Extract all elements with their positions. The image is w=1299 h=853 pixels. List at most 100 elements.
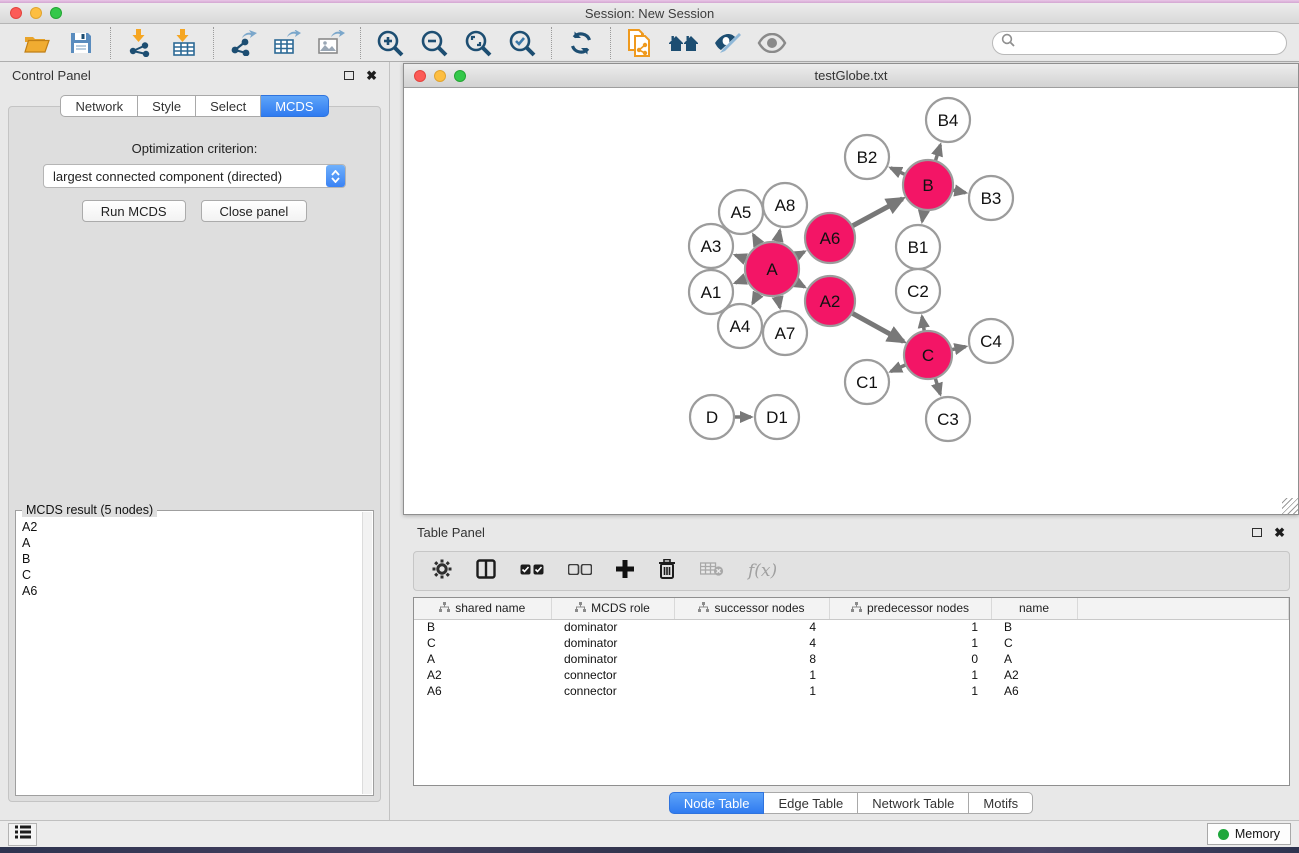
open-file-button[interactable] — [21, 28, 53, 58]
zoom-selected-button[interactable] — [506, 28, 538, 58]
criterion-select[interactable]: largest connected component (directed) — [43, 164, 346, 188]
result-item[interactable]: C — [22, 567, 361, 583]
table-cell[interactable]: A — [414, 651, 551, 667]
table-cell[interactable]: A6 — [414, 683, 551, 699]
graph-node-B1[interactable]: B1 — [896, 225, 940, 269]
show-eye-button[interactable] — [756, 28, 788, 58]
column-header[interactable]: predecessor nodes — [829, 598, 991, 619]
tab-motifs[interactable]: Motifs — [969, 792, 1033, 814]
result-item[interactable]: A6 — [22, 583, 361, 599]
graph-node-B3[interactable]: B3 — [969, 176, 1013, 220]
graph-node-A4[interactable]: A4 — [718, 304, 762, 348]
table-cell[interactable]: A6 — [991, 683, 1077, 699]
edge-A6-B[interactable] — [850, 199, 902, 227]
hide-annotations-button[interactable] — [712, 28, 744, 58]
table-cell[interactable]: 0 — [829, 651, 991, 667]
zoom-out-button[interactable] — [418, 28, 450, 58]
home-button[interactable] — [668, 28, 700, 58]
table-cell[interactable]: A2 — [414, 667, 551, 683]
table-row[interactable]: Bdominator41B — [414, 619, 1289, 635]
table-cell[interactable]: 4 — [674, 619, 829, 635]
tab-network-table[interactable]: Network Table — [858, 792, 969, 814]
add-column-button[interactable] — [616, 560, 634, 583]
column-header[interactable]: shared name — [414, 598, 551, 619]
graph-node-A7[interactable]: A7 — [763, 311, 807, 355]
table-cell[interactable]: 4 — [674, 635, 829, 651]
graph-node-C3[interactable]: C3 — [926, 397, 970, 441]
table-cell[interactable]: A2 — [991, 667, 1077, 683]
table-cell[interactable]: C — [991, 635, 1077, 651]
resize-grip[interactable] — [1282, 498, 1298, 514]
deselect-all-button[interactable] — [568, 562, 592, 580]
graph-node-C[interactable]: C — [904, 331, 952, 379]
result-item[interactable]: B — [22, 551, 361, 567]
result-scrollbar[interactable] — [362, 512, 372, 794]
graph-node-A[interactable]: A — [745, 242, 799, 296]
close-panel-button[interactable]: Close panel — [201, 200, 308, 222]
table-cell[interactable]: dominator — [551, 635, 674, 651]
table-cell[interactable]: A — [991, 651, 1077, 667]
graph-node-D1[interactable]: D1 — [755, 395, 799, 439]
table-row[interactable]: Adominator80A — [414, 651, 1289, 667]
table-cell[interactable]: 1 — [674, 667, 829, 683]
columns-button[interactable] — [476, 559, 496, 584]
table-cell[interactable]: connector — [551, 667, 674, 683]
zoom-fit-button[interactable] — [462, 28, 494, 58]
search-input[interactable] — [1021, 36, 1278, 50]
function-builder-button[interactable]: f(x) — [748, 561, 777, 581]
graph-node-B[interactable]: B — [903, 160, 953, 210]
column-header[interactable]: successor nodes — [674, 598, 829, 619]
table-cell[interactable]: 1 — [674, 683, 829, 699]
float-table-panel-icon[interactable] — [1252, 528, 1262, 537]
memory-button[interactable]: Memory — [1207, 823, 1291, 845]
save-session-button[interactable] — [65, 28, 97, 58]
gear-button[interactable] — [432, 559, 452, 584]
table-cell[interactable]: dominator — [551, 619, 674, 635]
tab-network[interactable]: Network — [60, 95, 138, 117]
table-cell[interactable]: B — [414, 619, 551, 635]
column-header[interactable]: MCDS role — [551, 598, 674, 619]
graph-node-B2[interactable]: B2 — [845, 135, 889, 179]
run-mcds-button[interactable]: Run MCDS — [82, 200, 186, 222]
select-all-button[interactable] — [520, 562, 544, 580]
graph-node-A2[interactable]: A2 — [805, 276, 855, 326]
float-panel-icon[interactable] — [344, 71, 354, 80]
tab-edge-table[interactable]: Edge Table — [764, 792, 858, 814]
tab-select[interactable]: Select — [196, 95, 261, 117]
table-row[interactable]: A6connector11A6 — [414, 683, 1289, 699]
table-cell[interactable]: 1 — [829, 667, 991, 683]
close-panel-icon[interactable]: ✖ — [366, 69, 377, 82]
result-item[interactable]: A2 — [22, 519, 361, 535]
graph-node-A8[interactable]: A8 — [763, 183, 807, 227]
graph-node-A5[interactable]: A5 — [719, 190, 763, 234]
clone-network-button[interactable] — [624, 28, 656, 58]
table-cell[interactable]: 1 — [829, 683, 991, 699]
table-cell[interactable]: 1 — [829, 635, 991, 651]
table-row[interactable]: Cdominator41C — [414, 635, 1289, 651]
import-network-button[interactable] — [124, 28, 156, 58]
tab-style[interactable]: Style — [138, 95, 196, 117]
delete-button[interactable] — [658, 559, 676, 584]
export-table-button[interactable] — [271, 28, 303, 58]
delete-table-button[interactable] — [700, 561, 724, 582]
network-window-titlebar[interactable]: testGlobe.txt — [404, 64, 1298, 88]
tab-node-table[interactable]: Node Table — [669, 792, 765, 814]
table-cell[interactable]: B — [991, 619, 1077, 635]
table-cell[interactable]: connector — [551, 683, 674, 699]
zoom-in-button[interactable] — [374, 28, 406, 58]
network-canvas[interactable]: AA1A2A3A4A5A6A7A8BB1B2B3B4CC1C2C3C4DD1 — [404, 88, 1298, 514]
import-table-button[interactable] — [168, 28, 200, 58]
export-image-button[interactable] — [315, 28, 347, 58]
column-header[interactable]: name — [991, 598, 1077, 619]
export-network-button[interactable] — [227, 28, 259, 58]
table-cell[interactable]: 1 — [829, 619, 991, 635]
task-history-button[interactable] — [8, 823, 37, 846]
graph-node-C4[interactable]: C4 — [969, 319, 1013, 363]
graph-node-B4[interactable]: B4 — [926, 98, 970, 142]
graph-node-C2[interactable]: C2 — [896, 269, 940, 313]
table-cell[interactable]: C — [414, 635, 551, 651]
edge-A2-C[interactable] — [850, 312, 903, 341]
tab-mcds[interactable]: MCDS — [261, 95, 328, 117]
result-item[interactable]: A — [22, 535, 361, 551]
refresh-layout-button[interactable] — [565, 28, 597, 58]
